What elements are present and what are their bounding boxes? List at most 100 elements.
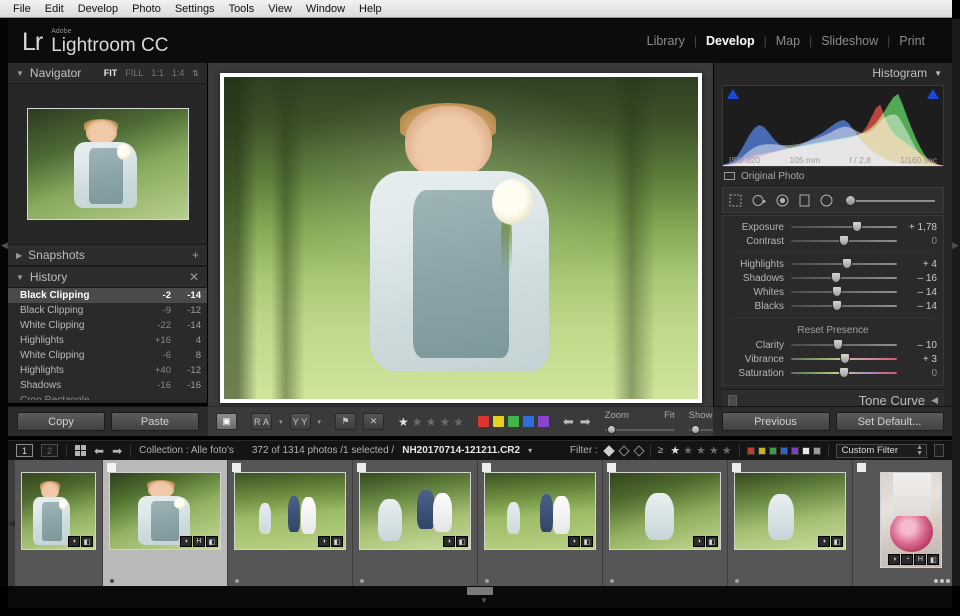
navigator-header[interactable]: ▼ Navigator FIT FILL 1:1 1:4 ⇅	[8, 63, 207, 84]
slider-row-blacks[interactable]: Blacks – 14	[723, 299, 943, 313]
badge-crop-icon[interactable]: ◧	[331, 536, 343, 547]
filmstrip-cell[interactable]: ◑ ◔ H ◧	[853, 460, 952, 586]
grid-slider-knob[interactable]	[691, 425, 700, 434]
whites-knob[interactable]	[832, 286, 842, 297]
badge-develop-icon[interactable]: ◑	[68, 536, 80, 547]
thumb-boy-field[interactable]: ◑ ◧	[734, 472, 846, 550]
badge-crop-icon[interactable]: ◧	[581, 536, 593, 547]
menu-item-photo[interactable]: Photo	[125, 2, 168, 16]
history-item[interactable]: Highlights +16 4	[8, 333, 207, 348]
shadow-clipping-indicator[interactable]	[727, 89, 739, 99]
zoom-slider-knob[interactable]	[607, 425, 616, 434]
badge-develop-icon[interactable]: ◑	[888, 554, 900, 565]
star-1[interactable]: ★	[398, 415, 409, 429]
contrast-track[interactable]	[791, 235, 897, 247]
badge-crop-icon[interactable]: ◧	[206, 536, 218, 547]
original-photo-row[interactable]: Original Photo	[714, 167, 952, 185]
highlight-clipping-indicator[interactable]	[927, 89, 939, 99]
blacks-knob[interactable]	[832, 300, 842, 311]
flag-marker[interactable]	[232, 463, 241, 472]
adjustment-brush-size-slider[interactable]	[845, 194, 937, 206]
exposure-knob[interactable]	[852, 221, 862, 232]
filter-color-purple[interactable]	[791, 447, 799, 455]
module-library[interactable]: Library	[638, 34, 694, 48]
histogram-header[interactable]: Histogram ▼	[714, 63, 952, 83]
paste-button[interactable]: Paste	[111, 412, 199, 431]
star-4[interactable]: ★	[439, 415, 450, 429]
badge-crop-icon[interactable]: ◧	[831, 536, 843, 547]
saturation-knob[interactable]	[839, 367, 849, 378]
rating-stars[interactable]: ★ ★ ★ ★ ★	[398, 415, 464, 429]
history-item[interactable]: Crop Rectangle	[8, 393, 207, 400]
spot-removal-tool-icon[interactable]	[752, 194, 766, 207]
clear-history-icon[interactable]: ✕	[189, 270, 199, 284]
filter-color-red[interactable]	[747, 447, 755, 455]
history-item[interactable]: Black Clipping -9 -12	[8, 303, 207, 318]
flag-reject-icon[interactable]: ✕	[363, 413, 384, 430]
filmstrip-left-arrow[interactable]: ◀	[8, 460, 15, 586]
filter-star-1[interactable]: ★	[670, 444, 680, 457]
whites-track[interactable]	[791, 286, 897, 298]
filter-flag-pick-icon[interactable]	[603, 445, 614, 456]
color-label-blue[interactable]	[523, 416, 534, 427]
menu-item-file[interactable]: File	[6, 2, 38, 16]
navigator-thumbnail[interactable]	[27, 108, 189, 220]
menu-item-tools[interactable]: Tools	[222, 2, 262, 16]
before-after-ra-button[interactable]: R A	[251, 413, 272, 430]
star-2[interactable]: ★	[412, 415, 423, 429]
thumb-wedding-couple-boy[interactable]: ◑ ◧	[234, 472, 346, 550]
slider-row-whites[interactable]: Whites – 14	[723, 285, 943, 299]
star-5[interactable]: ★	[453, 415, 464, 429]
screen-2-button[interactable]: 2	[41, 444, 58, 457]
flag-marker[interactable]	[107, 463, 116, 472]
filter-star-3[interactable]: ★	[696, 444, 706, 457]
filter-flag-rejected-icon[interactable]	[633, 445, 644, 456]
badge-spot-icon[interactable]: ◔	[901, 554, 913, 565]
image-viewer[interactable]	[208, 63, 713, 436]
blacks-track[interactable]	[791, 300, 897, 312]
add-snapshot-icon[interactable]: +	[192, 248, 199, 262]
slider-row-saturation[interactable]: Saturation 0	[723, 366, 943, 380]
badge-metadata-icon[interactable]: H	[914, 554, 926, 565]
current-filename[interactable]: NH20170714-121211.CR2	[402, 445, 520, 456]
vibrance-track[interactable]	[791, 353, 897, 365]
chevron-down-icon[interactable]: ▼	[934, 69, 942, 78]
adjustment-brush-tool-icon[interactable]	[845, 195, 856, 206]
zoom-1-4[interactable]: 1:4	[172, 68, 185, 78]
menu-item-develop[interactable]: Develop	[71, 2, 125, 16]
loupe-view-button[interactable]: ▣	[216, 413, 237, 430]
filter-star-5[interactable]: ★	[722, 444, 732, 457]
filter-rating-stars[interactable]: ★ ★ ★ ★ ★	[670, 444, 731, 457]
yy-dropdown-caret-icon[interactable]: ▾	[318, 418, 322, 426]
shadows-track[interactable]	[791, 272, 897, 284]
history-item[interactable]: Black Clipping -2 -14	[8, 288, 207, 303]
histogram-chart[interactable]: ISO 320 105 mm f / 2,8 1/160 sec	[722, 85, 944, 167]
radial-filter-tool-icon[interactable]	[820, 194, 833, 207]
filter-color-white[interactable]	[802, 447, 810, 455]
badge-develop-icon[interactable]: ◑	[818, 536, 830, 547]
filter-panel-toggle[interactable]	[934, 444, 944, 457]
previous-button[interactable]: Previous	[722, 412, 830, 431]
ra-dropdown-caret-icon[interactable]: ▾	[279, 418, 283, 426]
next-photo-arrow-icon[interactable]: ➡	[580, 414, 591, 430]
filmstrip-cell[interactable]: ◑ ◧	[603, 460, 728, 586]
graduated-filter-tool-icon[interactable]	[799, 194, 810, 207]
badge-develop-icon[interactable]: ◑	[318, 536, 330, 547]
shadows-knob[interactable]	[831, 272, 841, 283]
bottom-panel-caret-icon[interactable]: ▼	[480, 596, 488, 605]
zoom-stepper-icon[interactable]: ⇅	[192, 69, 199, 78]
flag-marker[interactable]	[732, 463, 741, 472]
thumb-boy-arms-crossed[interactable]: ◑ ◧	[359, 472, 471, 550]
exposure-track[interactable]	[791, 221, 897, 233]
badge-crop-icon[interactable]: ◧	[81, 536, 93, 547]
grid-view-icon[interactable]	[75, 445, 86, 456]
screen-1-button[interactable]: 1	[16, 444, 33, 457]
color-label-yellow[interactable]	[493, 416, 504, 427]
highlights-knob[interactable]	[842, 258, 852, 269]
filter-color-green[interactable]	[769, 447, 777, 455]
custom-filter-stepper-icon[interactable]: ▲▼	[916, 445, 923, 457]
badge-develop-icon[interactable]: ◑	[180, 536, 192, 547]
thumb-boy-rose[interactable]: ◑ H ◧	[109, 472, 221, 550]
thumb-bouquet[interactable]: ◑ ◔ H ◧	[880, 472, 942, 568]
history-item[interactable]: Shadows -16 -16	[8, 378, 207, 393]
